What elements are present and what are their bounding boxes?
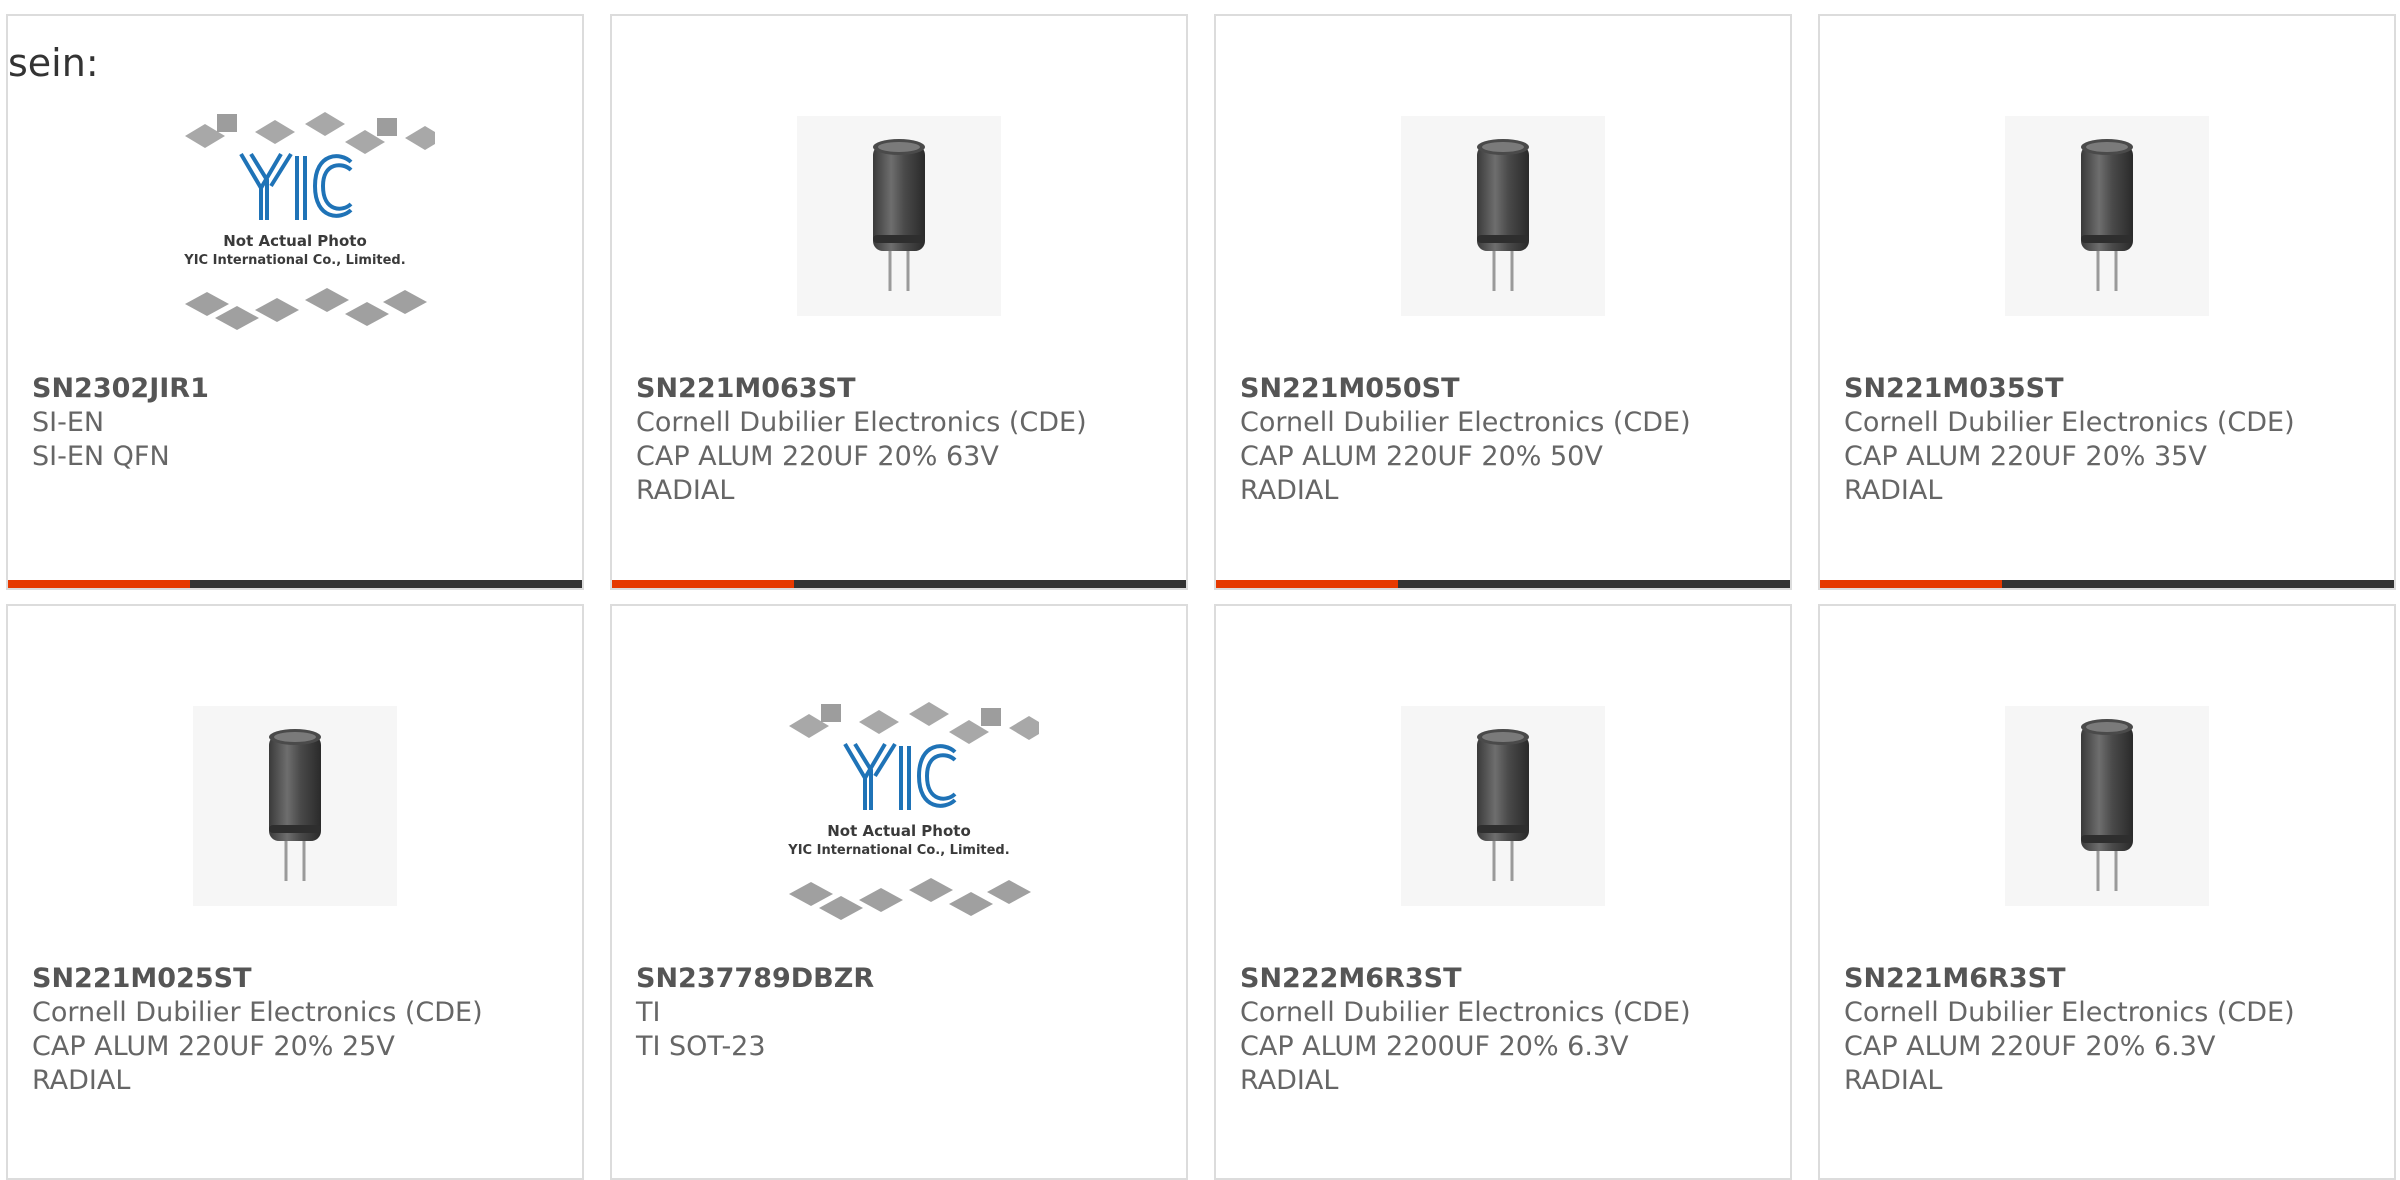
product-card[interactable]: SN221M063ST Cornell Dubilier Electronics … xyxy=(610,14,1188,590)
capacitor-icon xyxy=(797,116,1001,316)
product-info: SN2302JIR1 SI-EN SI-EN QFN xyxy=(32,372,564,474)
capacitor-icon xyxy=(193,706,397,906)
product-manufacturer: Cornell Dubilier Electronics (CDE) xyxy=(1240,407,1691,438)
product-info: SN221M063ST Cornell Dubilier Electronics … xyxy=(636,372,1168,508)
capacitor-image[interactable] xyxy=(612,96,1186,336)
product-info: SN221M035ST Cornell Dubilier Electronics … xyxy=(1844,372,2376,508)
product-manufacturer: Cornell Dubilier Electronics (CDE) xyxy=(636,407,1087,438)
product-part-number[interactable]: SN222M6R3ST xyxy=(1240,962,1772,996)
product-description: CAP ALUM 220UF 20% 25V xyxy=(32,1031,395,1062)
capacitor-image[interactable] xyxy=(1216,96,1790,336)
product-package: RADIAL xyxy=(32,1065,131,1096)
product-package: RADIAL xyxy=(1844,475,1943,506)
card-accent-bar xyxy=(8,580,190,588)
product-description: CAP ALUM 220UF 20% 35V xyxy=(1844,441,2207,472)
product-part-number[interactable]: SN221M050ST xyxy=(1240,372,1772,406)
product-image-placeholder[interactable]: Not Actual Photo YIC International Co., … xyxy=(612,686,1186,926)
card-accent-bar xyxy=(1820,580,2002,588)
product-package: RADIAL xyxy=(1240,1065,1339,1096)
product-grid: Not Actual Photo YIC International Co., … xyxy=(0,0,2400,1180)
capacitor-icon xyxy=(2005,116,2209,316)
product-card[interactable]: SN222M6R3ST Cornell Dubilier Electronics … xyxy=(1214,604,1792,1180)
product-part-number[interactable]: SN237789DBZR xyxy=(636,962,1168,996)
product-card[interactable]: SN221M035ST Cornell Dubilier Electronics … xyxy=(1818,14,2396,590)
product-card[interactable]: SN221M6R3ST Cornell Dubilier Electronics … xyxy=(1818,604,2396,1180)
product-card[interactable]: Not Actual Photo YIC International Co., … xyxy=(6,14,584,590)
capacitor-image[interactable] xyxy=(1820,96,2394,336)
capacitor-icon xyxy=(1401,116,1605,316)
capacitor-image[interactable] xyxy=(1820,686,2394,926)
product-manufacturer: SI-EN xyxy=(32,407,105,438)
card-bottom-bar xyxy=(8,580,582,588)
card-accent-bar xyxy=(1216,580,1398,588)
product-part-number[interactable]: SN221M035ST xyxy=(1844,372,2376,406)
product-description: CAP ALUM 220UF 20% 63V xyxy=(636,441,999,472)
product-part-number[interactable]: SN2302JIR1 xyxy=(32,372,564,406)
product-info: SN221M025ST Cornell Dubilier Electronics … xyxy=(32,962,564,1098)
product-package: RADIAL xyxy=(1844,1065,1943,1096)
product-manufacturer: TI xyxy=(636,997,661,1028)
capacitor-icon xyxy=(1401,706,1605,906)
product-card[interactable]: SN221M025ST Cornell Dubilier Electronics … xyxy=(6,604,584,1180)
capacitor-icon xyxy=(2005,706,2209,906)
product-manufacturer: Cornell Dubilier Electronics (CDE) xyxy=(32,997,483,1028)
product-package: RADIAL xyxy=(1240,475,1339,506)
svg-text:YIC International Co., Limited: YIC International Co., Limited. xyxy=(183,253,405,268)
product-part-number[interactable]: SN221M025ST xyxy=(32,962,564,996)
product-info: SN221M6R3ST Cornell Dubilier Electronics … xyxy=(1844,962,2376,1098)
svg-text:YIC International Co., Limited: YIC International Co., Limited. xyxy=(787,843,1009,858)
product-manufacturer: Cornell Dubilier Electronics (CDE) xyxy=(1240,997,1691,1028)
product-description: SI-EN QFN xyxy=(32,441,170,472)
product-card[interactable]: SN221M050ST Cornell Dubilier Electronics … xyxy=(1214,14,1792,590)
card-bottom-bar xyxy=(612,580,1186,588)
product-manufacturer: Cornell Dubilier Electronics (CDE) xyxy=(1844,407,2295,438)
svg-text:Not Actual Photo: Not Actual Photo xyxy=(827,822,971,840)
product-description: CAP ALUM 220UF 20% 50V xyxy=(1240,441,1603,472)
product-package: RADIAL xyxy=(636,475,735,506)
product-manufacturer: Cornell Dubilier Electronics (CDE) xyxy=(1844,997,2295,1028)
product-description: TI SOT-23 xyxy=(636,1031,766,1062)
product-part-number[interactable]: SN221M6R3ST xyxy=(1844,962,2376,996)
section-heading: sein: xyxy=(8,41,99,85)
product-description: CAP ALUM 2200UF 20% 6.3V xyxy=(1240,1031,1629,1062)
product-info: SN221M050ST Cornell Dubilier Electronics … xyxy=(1240,372,1772,508)
product-info: SN237789DBZR TI TI SOT-23 xyxy=(636,962,1168,1064)
capacitor-image[interactable] xyxy=(1216,686,1790,926)
product-description: CAP ALUM 220UF 20% 6.3V xyxy=(1844,1031,2216,1062)
svg-text:Not Actual Photo: Not Actual Photo xyxy=(223,232,367,250)
capacitor-image[interactable] xyxy=(8,686,582,926)
product-info: SN222M6R3ST Cornell Dubilier Electronics … xyxy=(1240,962,1772,1098)
card-accent-bar xyxy=(612,580,794,588)
card-bottom-bar xyxy=(1216,580,1790,588)
product-card[interactable]: Not Actual Photo YIC International Co., … xyxy=(610,604,1188,1180)
product-part-number[interactable]: SN221M063ST xyxy=(636,372,1168,406)
product-image-placeholder[interactable]: Not Actual Photo YIC International Co., … xyxy=(8,96,582,336)
card-bottom-bar xyxy=(1820,580,2394,588)
